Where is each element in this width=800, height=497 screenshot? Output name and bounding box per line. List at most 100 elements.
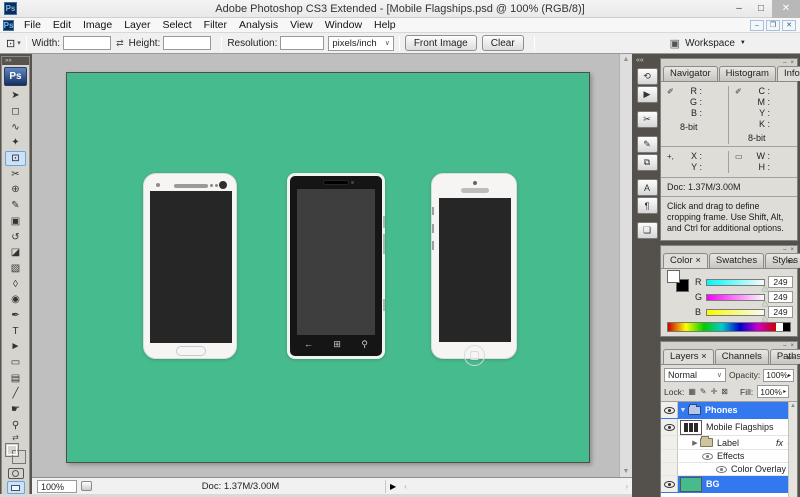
hand-tool[interactable]: ☛ — [5, 402, 26, 418]
slider-thumb[interactable] — [761, 285, 768, 291]
eye-icon[interactable] — [702, 452, 713, 460]
dock-collapse-icon[interactable]: «« — [636, 57, 644, 64]
pen-tool[interactable]: ✒ — [5, 308, 26, 324]
visibility-toggle[interactable] — [661, 436, 678, 449]
tool-presets-panel-icon[interactable]: ✂ — [636, 111, 658, 128]
layer-name[interactable]: Phones — [705, 405, 738, 415]
menu-window[interactable]: Window — [319, 19, 368, 31]
layer-row-color-overlay[interactable]: Color Overlay — [661, 463, 797, 476]
height-input[interactable] — [163, 36, 212, 50]
panel-close-icon[interactable]: × — [790, 60, 794, 66]
tab-channels[interactable]: Channels — [714, 349, 769, 364]
expand-triangle-icon[interactable]: ▶ — [690, 439, 700, 447]
swap-colors-icon[interactable]: ⇄ — [2, 433, 29, 442]
blend-mode-select[interactable]: Normal ∨ — [664, 368, 727, 382]
panel-close-icon[interactable]: × — [790, 247, 794, 253]
quick-selection-tool[interactable]: ✦ — [5, 135, 26, 151]
panel-close-icon[interactable]: × — [790, 343, 794, 349]
brush-tool[interactable]: ✎ — [5, 198, 26, 214]
layer-row-effects[interactable]: Effects — [661, 450, 797, 463]
path-selection-tool[interactable]: ► — [5, 339, 26, 355]
expand-triangle-icon[interactable]: ▼ — [678, 407, 688, 414]
toolbox-collapse-icon[interactable]: »» — [2, 57, 29, 65]
scroll-right-icon[interactable]: › — [625, 482, 628, 491]
tab-navigator[interactable]: Navigator — [663, 66, 718, 81]
clone-stamp-tool[interactable]: ▣ — [5, 214, 26, 230]
layer-name[interactable]: Mobile Flagships — [706, 422, 774, 432]
tab-layers[interactable]: Layers × — [663, 349, 714, 364]
tab-color[interactable]: Color × — [663, 253, 708, 268]
color-spectrum-ramp[interactable] — [667, 322, 791, 332]
layer-row-label[interactable]: ▶ Label fx ▲ — [661, 436, 797, 450]
marquee-tool[interactable]: ◻ — [5, 104, 26, 120]
zoom-level-input[interactable]: 100% — [37, 479, 77, 493]
layer-style-fx-badge[interactable]: fx — [776, 438, 783, 448]
tab-swatches[interactable]: Swatches — [708, 253, 765, 268]
crop-tool[interactable]: ⊡ — [5, 150, 26, 167]
vertical-scrollbar[interactable]: ▲ ▼ — [619, 54, 632, 477]
layer-comps-panel-icon[interactable]: ❏ — [636, 222, 658, 239]
layer-row-bg[interactable]: BG — [661, 476, 797, 493]
effects-label[interactable]: Effects — [717, 451, 744, 461]
doc-minimize-button[interactable]: – — [750, 19, 764, 31]
scroll-left-icon[interactable]: ‹ — [404, 482, 407, 491]
doc-restore-button[interactable]: ❐ — [766, 19, 780, 31]
zoom-tool[interactable]: ⚲ — [5, 417, 26, 433]
slice-tool[interactable]: ✂ — [5, 166, 26, 182]
character-panel-icon[interactable]: A — [636, 179, 658, 196]
slider-thumb[interactable] — [761, 315, 768, 321]
scroll-up-icon[interactable]: ▲ — [790, 403, 796, 409]
tool-preset-picker[interactable]: ⊡ ▾ — [6, 37, 21, 50]
layer-thumbnail[interactable] — [680, 476, 702, 492]
menu-file[interactable]: File — [18, 19, 47, 31]
info-bit-depth-right[interactable]: 8-bit — [748, 133, 791, 143]
lock-all-icon[interactable]: ⊠ — [721, 387, 728, 396]
opacity-input[interactable]: 100% ▸ — [763, 368, 794, 382]
menu-select[interactable]: Select — [156, 19, 197, 31]
paragraph-panel-icon[interactable]: ¶ — [636, 197, 658, 214]
layer-list-scrollbar[interactable]: ▲ ▼ — [788, 402, 797, 497]
menu-filter[interactable]: Filter — [198, 19, 233, 31]
fill-input[interactable]: 100% ▸ — [757, 385, 790, 398]
scroll-up-icon[interactable]: ▲ — [623, 56, 630, 63]
eyedropper-tool[interactable]: ╱ — [5, 386, 26, 402]
swap-dimensions-icon[interactable]: ⇄ — [116, 38, 124, 49]
actions-panel-icon[interactable]: ▶ — [636, 86, 658, 103]
document[interactable]: ← ⊞ ⚲ — [66, 72, 590, 463]
menu-layer[interactable]: Layer — [118, 19, 156, 31]
blur-tool[interactable]: ◊ — [5, 276, 26, 292]
history-panel-icon[interactable]: ⟲ — [636, 68, 658, 85]
panel-minimize-icon[interactable]: ‒ — [783, 60, 786, 66]
history-brush-tool[interactable]: ↺ — [5, 229, 26, 245]
panel-minimize-icon[interactable]: ‒ — [783, 343, 786, 349]
foreground-color-swatch[interactable] — [4, 443, 19, 458]
dodge-tool[interactable]: ◉ — [5, 292, 26, 308]
resolution-unit-select[interactable]: pixels/inch ∨ — [328, 35, 394, 51]
red-slider[interactable] — [706, 278, 768, 291]
quick-mask-button[interactable] — [7, 468, 24, 480]
panel-menu-icon[interactable]: ▾≡ — [787, 354, 795, 362]
layer-thumbnail[interactable] — [680, 419, 702, 435]
tab-paths[interactable]: Paths — [769, 349, 800, 364]
visibility-toggle[interactable] — [661, 476, 678, 492]
screen-mode-button[interactable] — [6, 481, 25, 495]
blue-slider[interactable] — [706, 308, 768, 321]
clone-source-panel-icon[interactable]: ⧉ — [636, 154, 658, 171]
menu-analysis[interactable]: Analysis — [233, 19, 284, 31]
lasso-tool[interactable]: ∿ — [5, 119, 26, 135]
visibility-toggle[interactable] — [661, 450, 678, 462]
horizontal-scrollbar[interactable]: ‹ › — [400, 480, 632, 493]
shape-tool[interactable]: ▭ — [5, 355, 26, 371]
foreground-color-swatch[interactable] — [667, 270, 680, 283]
panel-menu-icon[interactable]: ▾≡ — [787, 258, 795, 266]
slider-thumb[interactable] — [761, 300, 768, 306]
green-slider[interactable] — [706, 293, 768, 306]
info-bit-depth-left[interactable]: 8-bit — [680, 122, 722, 132]
green-value[interactable]: 249 — [768, 291, 793, 303]
blue-value[interactable]: 249 — [768, 306, 793, 318]
menu-image[interactable]: Image — [77, 19, 118, 31]
resolution-input[interactable] — [280, 36, 325, 50]
layer-name[interactable]: Label — [717, 438, 739, 448]
front-image-button[interactable]: Front Image — [404, 35, 477, 51]
visibility-toggle[interactable] — [661, 463, 678, 475]
